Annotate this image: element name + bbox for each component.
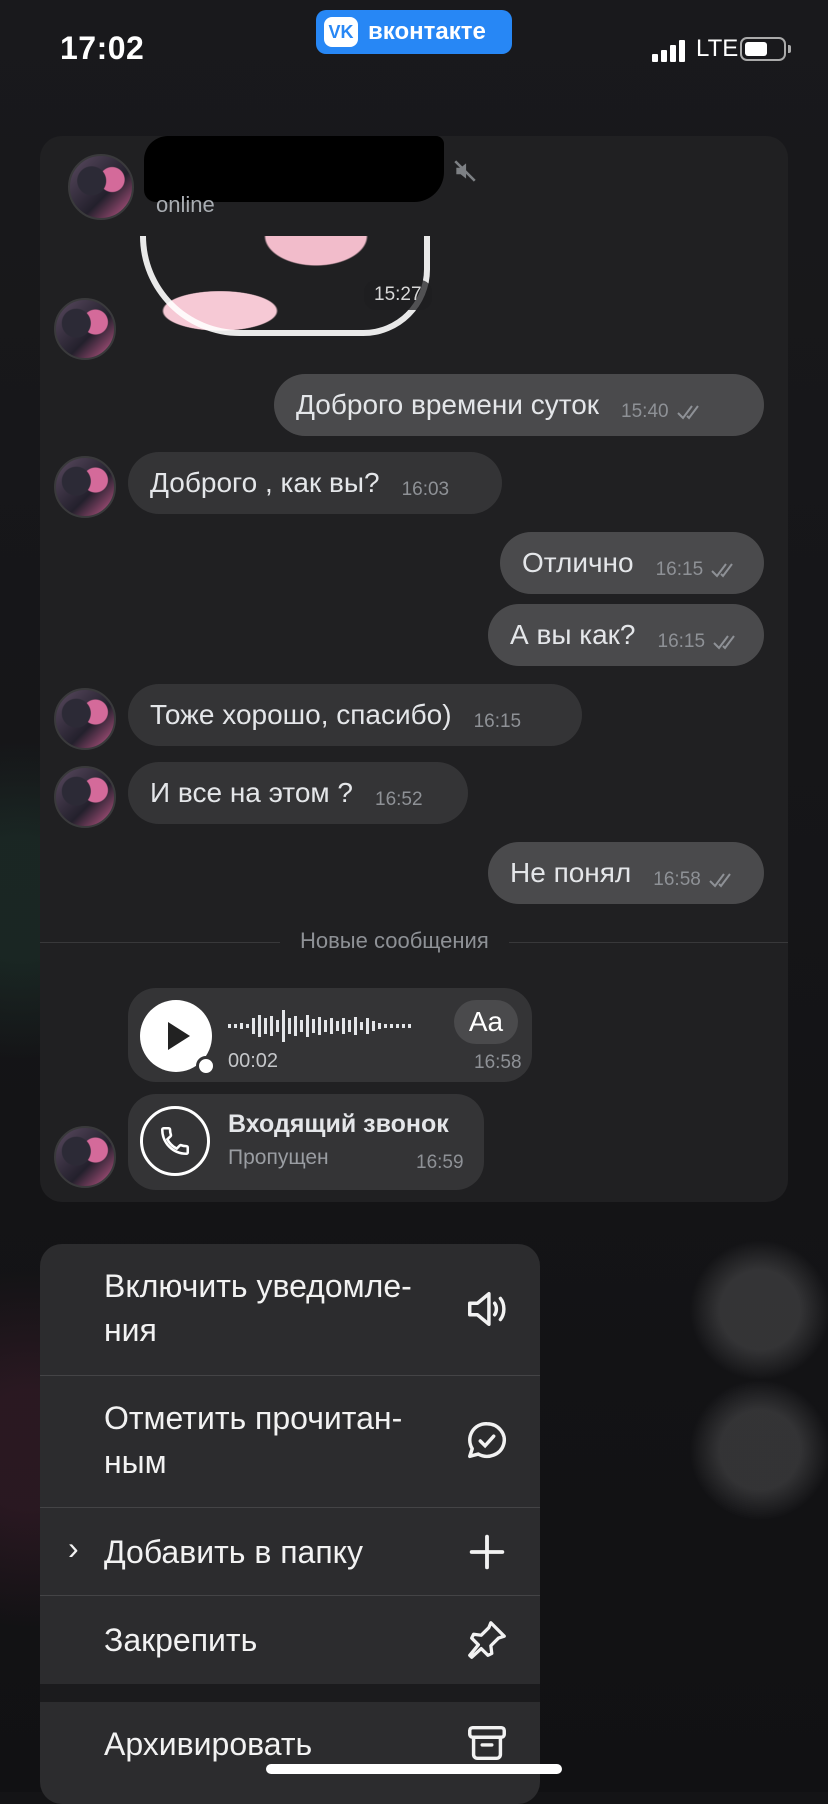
sticker-time: 15:27 [364, 280, 432, 310]
pin-icon [468, 1621, 506, 1659]
message-text: Тоже хорошо, спасибо) [150, 699, 452, 730]
sender-avatar[interactable] [54, 456, 116, 518]
missed-call-message[interactable]: Входящий звонок Пропущен 16:59 [128, 1094, 484, 1190]
voice-message[interactable]: Aa 00:02 16:58 [128, 988, 532, 1082]
message-time: 15:40 [621, 401, 669, 422]
network-type: LTE [696, 35, 739, 62]
read-ticks-icon [713, 635, 735, 650]
muted-icon [454, 160, 476, 182]
message-bubble-incoming[interactable]: Тоже хорошо, спасибо) 16:15 [128, 684, 582, 746]
menu-item-enable-notifications[interactable]: Включить уведомле- ния [40, 1244, 540, 1376]
message-time: 16:15 [655, 559, 704, 580]
call-status: Пропущен [228, 1146, 329, 1169]
plus-icon [469, 1534, 505, 1570]
cellular-signal-icon [652, 40, 688, 62]
sender-avatar[interactable] [54, 688, 116, 750]
menu-separator [40, 1684, 540, 1702]
menu-item-mark-read[interactable]: Отметить прочитан- ным [40, 1376, 540, 1508]
message-bubble-outgoing[interactable]: А вы как? 16:15 [488, 604, 764, 666]
message-time: 16:52 [375, 789, 423, 810]
message-bubble-incoming[interactable]: Доброго , как вы? 16:03 [128, 452, 502, 514]
menu-item-label: Добавить в папку [104, 1534, 364, 1570]
sender-avatar[interactable] [54, 766, 116, 828]
message-bubble-outgoing[interactable]: Не понял 16:58 [488, 842, 764, 904]
voice-time: 16:58 [474, 1052, 522, 1073]
message-bubble-outgoing[interactable]: Отлично 16:15 [500, 532, 764, 594]
menu-item-add-to-folder[interactable]: › Добавить в папку [40, 1508, 540, 1596]
phone-icon[interactable] [140, 1106, 210, 1176]
message-time: 16:58 [653, 869, 701, 890]
message-meta: 16:03 [402, 479, 450, 501]
waveform[interactable] [228, 1006, 418, 1046]
sender-avatar[interactable] [54, 298, 116, 360]
menu-item-label: Отметить прочитан- ным [104, 1396, 402, 1484]
speaker-icon [468, 1291, 506, 1327]
message-text: Доброго времени суток [296, 389, 600, 420]
menu-item-archive[interactable]: Архивировать [40, 1702, 540, 1804]
message-bubble-outgoing[interactable]: Доброго времени суток 15:40 [274, 374, 764, 436]
menu-item-label-line2: ным [104, 1444, 167, 1480]
chat-preview: online 15:27 Доброго времени суток 15:40… [40, 136, 788, 1202]
read-ticks-icon [676, 405, 699, 420]
message-text: А вы как? [510, 619, 636, 650]
message-meta: 16:15 [474, 711, 522, 733]
message-text: Отлично [522, 547, 634, 578]
contact-avatar[interactable] [68, 154, 134, 220]
message-text: Доброго , как вы? [150, 467, 380, 498]
menu-item-label-line2: ния [104, 1312, 157, 1348]
vk-app-badge[interactable]: VK вконтакте [316, 10, 512, 54]
menu-item-label-line1: Включить уведомле- [104, 1268, 412, 1304]
message-meta: 16:15 [656, 559, 740, 581]
call-title: Входящий звонок [228, 1110, 449, 1138]
archive-icon [468, 1725, 506, 1761]
message-meta: 16:52 [375, 789, 423, 811]
read-check-icon [468, 1422, 506, 1459]
menu-item-label-line1: Отметить прочитан- [104, 1400, 403, 1436]
context-menu: Включить уведомле- ния Отметить прочитан… [40, 1244, 540, 1804]
message-text: И все на этом ? [150, 777, 353, 808]
new-messages-divider: Новые сообщения [280, 928, 509, 954]
transcribe-button[interactable]: Aa [454, 1000, 518, 1044]
voice-duration: 00:02 [228, 1050, 279, 1072]
vk-logo-icon: VK [324, 17, 358, 47]
menu-item-label: Включить уведомле- ния [104, 1264, 412, 1352]
message-time: 16:15 [473, 711, 522, 732]
message-text: Не понял [510, 857, 632, 888]
status-bar: 17:02 VK вконтакте LTE [0, 0, 828, 100]
battery-icon [740, 37, 791, 61]
unplayed-dot [196, 1056, 216, 1076]
status-time: 17:02 [60, 30, 145, 66]
call-time: 16:59 [416, 1152, 464, 1173]
contact-online-status: online [156, 192, 215, 217]
read-ticks-icon [711, 563, 733, 578]
chat-header: online [40, 136, 788, 236]
message-meta: 16:58 [653, 869, 737, 891]
read-ticks-icon [709, 873, 731, 888]
home-indicator[interactable] [266, 1764, 562, 1774]
menu-item-pin[interactable]: Закрепить [40, 1596, 540, 1684]
message-time: 16:15 [657, 631, 706, 652]
chevron-right-icon: › [68, 1530, 79, 1566]
message-meta: 15:40 [621, 401, 705, 423]
message-time: 16:03 [401, 479, 450, 500]
vk-app-name: вконтакте [368, 18, 486, 45]
play-button[interactable] [140, 1000, 216, 1076]
play-icon [168, 1022, 190, 1050]
menu-item-label: Архивировать [104, 1726, 313, 1762]
message-meta: 16:15 [658, 631, 742, 653]
sender-avatar[interactable] [54, 1126, 116, 1188]
menu-item-label: Закрепить [104, 1622, 258, 1658]
message-bubble-incoming[interactable]: И все на этом ? 16:52 [128, 762, 468, 824]
